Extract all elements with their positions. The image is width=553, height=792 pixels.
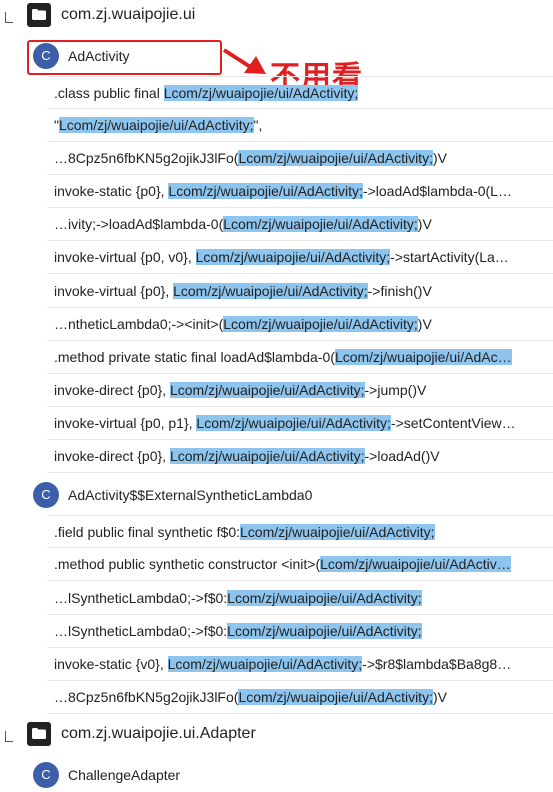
search-result-row[interactable]: "Lcom/zj/wuaipojie/ui/AdActivity;", [47, 109, 553, 142]
match-highlight: Lcom/zj/wuaipojie/ui/AdActivity; [169, 448, 365, 464]
class-icon: C [33, 482, 59, 508]
search-result-row[interactable]: invoke-static {p0}, Lcom/zj/wuaipojie/ui… [47, 175, 553, 208]
result-text: …8Cpz5n6fbKN5g2ojikJ3lFo(Lcom/zj/wuaipoj… [54, 689, 447, 705]
match-highlight: Lcom/zj/wuaipojie/ui/AdActivity; [195, 249, 391, 265]
search-result-row[interactable]: …ivity;->loadAd$lambda-0(Lcom/zj/wuaipoj… [47, 208, 553, 241]
search-result-row[interactable]: invoke-virtual {p0, p1}, Lcom/zj/wuaipoj… [47, 407, 553, 440]
folder-icon [27, 722, 51, 746]
search-result-row[interactable]: …lSyntheticLambda0;->f$0:Lcom/zj/wuaipoj… [47, 582, 553, 615]
class-label: AdActivity$$ExternalSyntheticLambda0 [68, 487, 313, 503]
match-highlight: Lcom/zj/wuaipojie/ui/AdActivity; [223, 316, 418, 332]
annotation-box [27, 40, 222, 75]
search-result-row[interactable]: …ntheticLambda0;-><init>(Lcom/zj/wuaipoj… [47, 308, 553, 341]
package-label: com.zj.wuaipojie.ui.Adapter [61, 725, 256, 742]
tree-expander-icon[interactable] [5, 731, 13, 742]
class-label: ChallengeAdapter [68, 767, 181, 783]
package-label: com.zj.wuaipojie.ui [61, 6, 196, 23]
result-text: .method private static final loadAd$lamb… [54, 349, 512, 365]
package-row[interactable]: com.zj.wuaipojie.ui.Adapter [0, 717, 553, 751]
result-text: …8Cpz5n6fbKN5g2ojikJ3lFo(Lcom/zj/wuaipoj… [54, 150, 447, 166]
result-text: invoke-virtual {p0, p1}, Lcom/zj/wuaipoj… [54, 415, 516, 431]
class-row[interactable]: C ChallengeAdapter [0, 758, 553, 792]
result-text: …lSyntheticLambda0;->f$0:Lcom/zj/wuaipoj… [54, 623, 422, 639]
match-highlight: Lcom/zj/wuaipojie/ui/AdActivity; [223, 216, 418, 232]
match-highlight: Lcom/zj/wuaipojie/ui/AdActivity; [227, 590, 422, 606]
match-highlight: Lcom/zj/wuaipojie/ui/AdActivity; [163, 85, 359, 101]
search-result-row[interactable]: invoke-virtual {p0}, Lcom/zj/wuaipojie/u… [47, 275, 553, 308]
result-text: .method public synthetic constructor <in… [54, 556, 511, 572]
search-result-row[interactable]: invoke-static {v0}, Lcom/zj/wuaipojie/ui… [47, 648, 553, 681]
match-highlight: Lcom/zj/wuaipojie/ui/AdActivity; [169, 382, 365, 398]
class-row[interactable]: C AdActivity$$ExternalSyntheticLambda0 [0, 478, 553, 512]
match-highlight: Lcom/zj/wuaipojie/ui/AdActivity; [196, 415, 391, 431]
match-highlight: Lcom/zj/wuaipojie/ui/AdActiv… [320, 556, 511, 572]
search-result-row[interactable]: invoke-direct {p0}, Lcom/zj/wuaipojie/ui… [47, 374, 553, 407]
arrow-icon [222, 48, 266, 74]
match-highlight: Lcom/zj/wuaipojie/ui/AdActivity; [168, 183, 363, 199]
match-highlight: Lcom/zj/wuaipojie/ui/AdAc… [334, 349, 512, 365]
result-text: invoke-direct {p0}, Lcom/zj/wuaipojie/ui… [54, 382, 427, 398]
result-text: …ntheticLambda0;-><init>(Lcom/zj/wuaipoj… [54, 316, 432, 332]
match-highlight: Lcom/zj/wuaipojie/ui/AdActivity; [238, 150, 433, 166]
package-row[interactable]: com.zj.wuaipojie.ui [0, 0, 553, 32]
folder-icon [27, 3, 51, 27]
search-result-row[interactable]: invoke-virtual {p0, v0}, Lcom/zj/wuaipoj… [47, 241, 553, 274]
search-result-row[interactable]: …8Cpz5n6fbKN5g2ojikJ3lFo(Lcom/zj/wuaipoj… [47, 142, 553, 175]
result-text: …lSyntheticLambda0;->f$0:Lcom/zj/wuaipoj… [54, 590, 422, 606]
result-text: .field public final synthetic f$0:Lcom/z… [54, 524, 435, 540]
search-result-row[interactable]: …8Cpz5n6fbKN5g2ojikJ3lFo(Lcom/zj/wuaipoj… [47, 681, 553, 714]
search-result-row[interactable]: .class public final Lcom/zj/wuaipojie/ui… [47, 76, 553, 109]
result-text: …ivity;->loadAd$lambda-0(Lcom/zj/wuaipoj… [54, 216, 432, 232]
match-highlight: Lcom/zj/wuaipojie/ui/AdActivity; [58, 117, 254, 133]
class-icon: C [33, 762, 59, 788]
result-text: invoke-direct {p0}, Lcom/zj/wuaipojie/ui… [54, 448, 440, 464]
tree-expander-icon[interactable] [5, 12, 13, 23]
result-text: .class public final Lcom/zj/wuaipojie/ui… [54, 85, 359, 101]
result-text: invoke-virtual {p0}, Lcom/zj/wuaipojie/u… [54, 283, 432, 299]
match-highlight: Lcom/zj/wuaipojie/ui/AdActivity; [227, 623, 422, 639]
result-text: "Lcom/zj/wuaipojie/ui/AdActivity;", [54, 117, 263, 133]
search-result-row[interactable]: .method private static final loadAd$lamb… [47, 341, 553, 374]
search-result-row[interactable]: .method public synthetic constructor <in… [47, 548, 553, 581]
match-highlight: Lcom/zj/wuaipojie/ui/AdActivity; [238, 689, 433, 705]
match-highlight: Lcom/zj/wuaipojie/ui/AdActivity; [240, 524, 435, 540]
search-result-row[interactable]: invoke-direct {p0}, Lcom/zj/wuaipojie/ui… [47, 440, 553, 473]
result-text: invoke-static {p0}, Lcom/zj/wuaipojie/ui… [54, 183, 512, 199]
search-result-row[interactable]: .field public final synthetic f$0:Lcom/z… [47, 515, 553, 548]
match-highlight: Lcom/zj/wuaipojie/ui/AdActivity; [173, 283, 368, 299]
result-text: invoke-static {v0}, Lcom/zj/wuaipojie/ui… [54, 656, 512, 672]
match-highlight: Lcom/zj/wuaipojie/ui/AdActivity; [167, 656, 363, 672]
search-result-row[interactable]: …lSyntheticLambda0;->f$0:Lcom/zj/wuaipoj… [47, 615, 553, 648]
result-text: invoke-virtual {p0, v0}, Lcom/zj/wuaipoj… [54, 249, 509, 265]
